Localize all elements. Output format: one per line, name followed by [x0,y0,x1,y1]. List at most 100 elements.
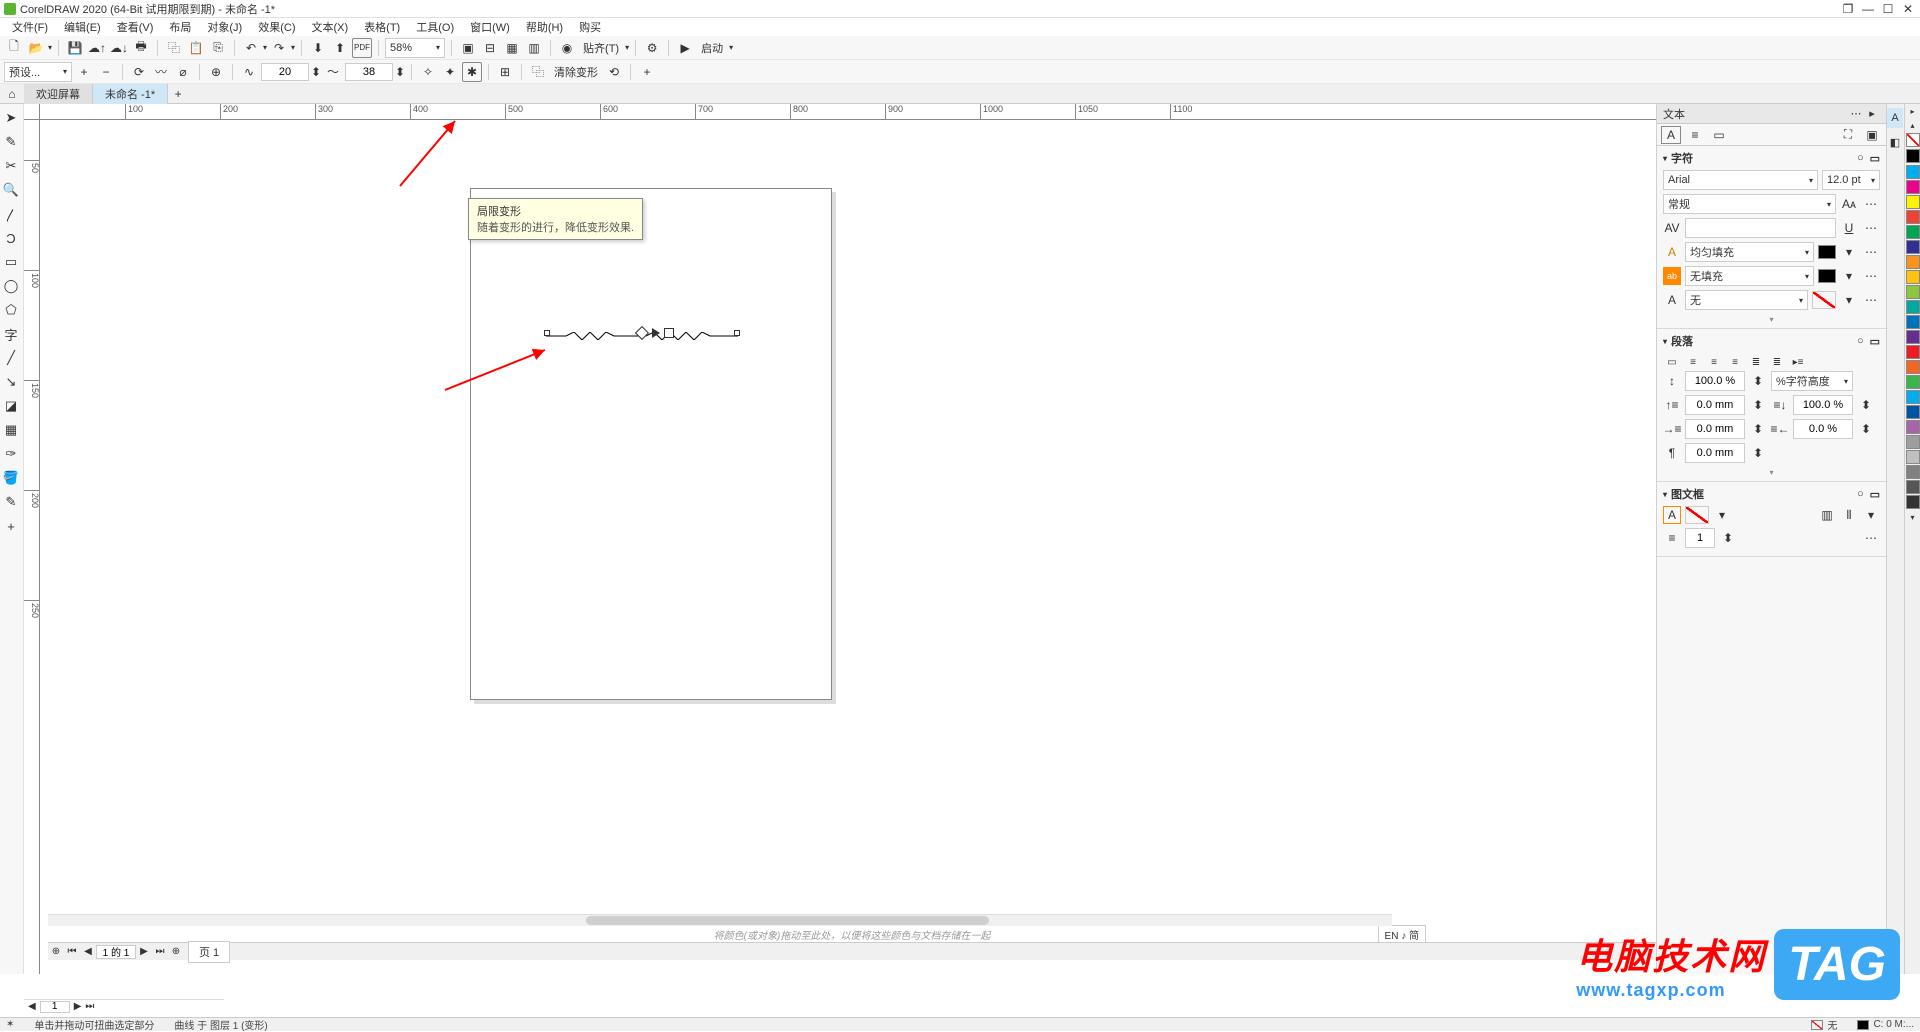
color-swatch[interactable] [1906,405,1920,419]
color-swatch[interactable] [1906,390,1920,404]
launch-icon[interactable]: ▶ [675,38,695,58]
color-swatch[interactable] [1906,300,1920,314]
expand-char-icon[interactable]: ▾ [1663,314,1880,324]
docker-tab-text-icon[interactable]: A [1887,108,1903,128]
color-swatch[interactable] [1906,480,1920,494]
rectangle-tool-icon[interactable]: ▭ [0,250,22,274]
canvas[interactable] [40,120,1656,974]
color-swatch[interactable] [1906,165,1920,179]
sec-para-pin-icon[interactable]: ○ [1857,335,1864,347]
restore-down-icon[interactable]: ❐ [1840,2,1856,16]
font-family-select[interactable]: Arial▾ [1663,170,1818,190]
color-swatch[interactable] [1906,315,1920,329]
add-node-icon[interactable]: ⊞ [495,62,515,82]
tab-welcome[interactable]: 欢迎屏幕 [24,84,93,104]
color-swatch[interactable] [1906,195,1920,209]
line-spacing-unit-select[interactable]: %字符高度▾ [1771,371,1853,391]
color-swatch[interactable] [1906,465,1920,479]
ruler-origin[interactable] [24,104,40,120]
cols-input[interactable] [1685,528,1715,548]
connector-tool-icon[interactable]: ↘ [0,370,22,394]
align-justify-icon[interactable]: ≣ [1747,353,1765,371]
clipboard-icon[interactable]: ⎘ [208,38,228,58]
redo-dropdown-icon[interactable]: ▾ [291,43,295,52]
bgfill-type-select[interactable]: 无填充▾ [1685,266,1814,286]
docker-close-icon[interactable]: ▸ [1864,107,1880,120]
palette-up-icon[interactable]: ▴ [1906,119,1920,131]
left-indent-input[interactable] [1685,419,1745,439]
language-indicator[interactable]: EN ♪ 简 [1378,925,1426,944]
bgfill-opts-icon[interactable]: ⋯ [1862,267,1880,285]
menu-object[interactable]: 对象(J) [199,17,250,37]
add-preset-icon[interactable]: + [74,62,94,82]
zipper-icon[interactable]: 〰 [151,62,171,82]
kerning-input[interactable] [1685,218,1836,238]
jump-prev-icon[interactable]: ◀ [28,1001,36,1012]
rulers-icon[interactable]: ⊟ [480,38,500,58]
allcaps-icon[interactable]: Aᴀ [1840,195,1858,213]
sec-char-pin-icon[interactable]: ○ [1857,152,1864,164]
page-position-input[interactable] [96,945,136,959]
save-icon[interactable]: 💾 [65,38,85,58]
palette-down-icon[interactable]: ▾ [1906,511,1920,523]
new-icon[interactable]: 🗋 [4,38,24,58]
handle-end[interactable] [734,330,740,336]
docker-menu-icon[interactable]: ⋯ [1848,107,1864,120]
open-icon[interactable]: 📂 [26,38,46,58]
menu-layout[interactable]: 布局 [161,17,199,37]
color-swatch[interactable] [1906,450,1920,464]
polygon-tool-icon[interactable]: ⬠ [0,298,22,322]
font-weight-select[interactable]: 常规▾ [1663,194,1836,214]
no-color-swatch[interactable] [1906,133,1920,147]
crop-tool-icon[interactable]: ✂ [0,154,22,178]
menu-edit[interactable]: 编辑(E) [56,17,109,37]
jump-last-icon[interactable]: ⏭ [85,1001,94,1012]
before-spinner[interactable]: ⬍ [1749,396,1767,414]
tab-document[interactable]: 未命名 -1* [93,84,168,104]
after-para-input[interactable] [1793,395,1853,415]
menu-buy[interactable]: 购买 [571,17,609,37]
zoom-combo[interactable]: 58%▾ [385,38,445,58]
grid-icon[interactable]: ▦ [502,38,522,58]
frame-nofill-swatch[interactable] [1685,506,1709,524]
sec-para-opts-icon[interactable]: ▭ [1870,335,1880,348]
launch-label[interactable]: 启动 [701,40,723,56]
ri-spinner[interactable]: ⬍ [1857,420,1875,438]
add-toolbar-icon[interactable]: + [637,62,657,82]
before-para-input[interactable] [1685,395,1745,415]
frame-opts-dropdown-icon[interactable]: ▾ [1862,506,1880,524]
transparency-tool-icon[interactable]: ▦ [0,418,22,442]
frame-fill-icon[interactable]: A [1663,506,1681,524]
sec-frame-opts-icon[interactable]: ▭ [1870,488,1880,501]
color-swatch[interactable] [1906,180,1920,194]
minimize-icon[interactable]: — [1860,2,1876,16]
handle-start[interactable] [544,330,550,336]
artistic-media-icon[interactable]: Ɔ [0,226,22,250]
after-spinner[interactable]: ⬍ [1857,396,1875,414]
menu-tools[interactable]: 工具(O) [408,17,462,37]
maximize-icon[interactable]: ☐ [1880,2,1896,16]
sec-char-opts-icon[interactable]: ▭ [1870,152,1880,165]
fill-tool-icon[interactable]: 🪣 [0,466,22,490]
frequency-spinner[interactable]: ⬍ [395,62,405,82]
char-tab-icon[interactable]: A [1661,126,1681,144]
page-next-icon[interactable]: ▶ [136,944,152,960]
close-icon[interactable]: ✕ [1900,2,1916,16]
guides-icon[interactable]: ▥ [524,38,544,58]
text-tool-icon[interactable]: 字 [0,322,22,346]
page-first-icon[interactable]: ⏮ [64,944,80,960]
open-dropdown-icon[interactable]: ▾ [48,43,52,52]
underline-opts-icon[interactable]: ⋯ [1862,219,1880,237]
shape-tool-icon[interactable]: ✎ [0,130,22,154]
color-swatch[interactable] [1906,330,1920,344]
random-distort-icon[interactable]: ✧ [418,62,438,82]
palette-menu-icon[interactable]: ▸ [1906,105,1920,117]
outline-dropdown-icon[interactable]: ▾ [1840,291,1858,309]
undo-dropdown-icon[interactable]: ▾ [263,43,267,52]
right-indent-input[interactable] [1793,419,1853,439]
color-swatch[interactable] [1906,255,1920,269]
outline-select[interactable]: 无▾ [1685,290,1808,310]
launch-dropdown-icon[interactable]: ▾ [729,43,733,52]
smooth-distort-icon[interactable]: ✦ [440,62,460,82]
horizontal-scrollbar[interactable] [48,914,1392,926]
